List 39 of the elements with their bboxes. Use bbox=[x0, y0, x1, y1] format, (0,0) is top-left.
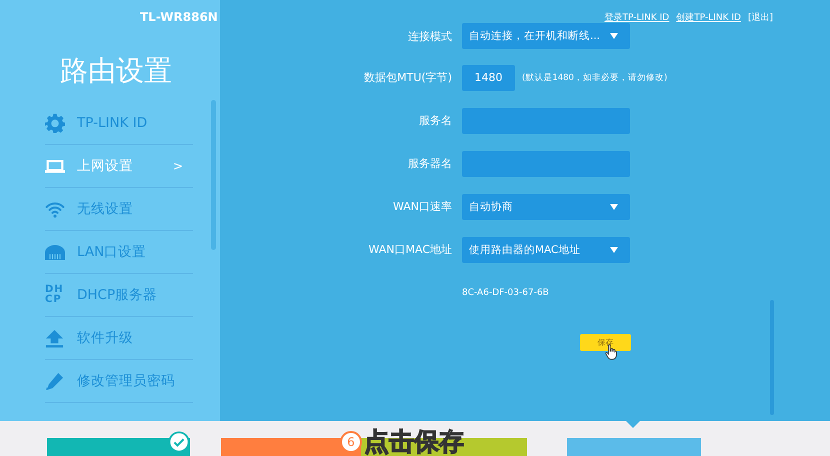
caret-icon bbox=[610, 246, 618, 252]
menu-item[interactable]: DH CP DHCP服务器 bbox=[45, 274, 193, 317]
field-label: 连接模式 bbox=[407, 28, 452, 44]
input-field[interactable] bbox=[462, 108, 630, 134]
header-link[interactable]: 创建TP-LINK ID bbox=[676, 11, 741, 24]
menu-item[interactable]: 上网设置 > bbox=[45, 145, 193, 188]
menu-item[interactable]: TP-LINK ID bbox=[45, 102, 193, 145]
caret-icon bbox=[610, 33, 618, 39]
dropdown[interactable]: 自动协商 bbox=[462, 194, 630, 220]
scrollbar[interactable] bbox=[211, 100, 216, 250]
dropdown[interactable]: 使用路由器的MAC地址 bbox=[462, 236, 630, 262]
hand-cursor-icon bbox=[605, 344, 617, 360]
header-link[interactable]: [退出] bbox=[748, 11, 773, 24]
field-label: 数据包MTU(字节) bbox=[363, 70, 452, 85]
menu-item[interactable]: 修改管理员密码 bbox=[45, 360, 193, 403]
mac-address: 8C-A6-DF-03-67-6B bbox=[462, 288, 549, 298]
save-button[interactable]: 保存 bbox=[580, 334, 631, 351]
dhcp-icon: DH CP bbox=[45, 285, 64, 305]
upload-icon bbox=[45, 328, 64, 348]
page-title: 路由设置 bbox=[60, 54, 172, 87]
caret-icon bbox=[610, 204, 618, 210]
field-label: 服务器名 bbox=[407, 156, 452, 171]
pencil-icon bbox=[45, 372, 64, 390]
dropdown[interactable]: 自动连接，在开机和断线... bbox=[462, 23, 630, 49]
model-name: TL-WR886N bbox=[140, 10, 218, 24]
hint-text: (默认是1480，如非必要，请勿修改) bbox=[522, 72, 668, 84]
wifi-icon bbox=[45, 200, 65, 218]
field-label: WAN口MAC地址 bbox=[367, 242, 452, 257]
menu-item[interactable]: 软件升级 bbox=[45, 317, 193, 360]
gear-icon bbox=[45, 113, 65, 133]
header-link[interactable]: 登录TP-LINK ID bbox=[604, 11, 670, 24]
field-label: WAN口速率 bbox=[392, 199, 452, 214]
menu-item[interactable]: LAN口设置 bbox=[45, 231, 193, 274]
laptop-icon bbox=[45, 158, 65, 174]
network-port-icon bbox=[45, 244, 65, 260]
menu-item[interactable]: 无线设置 bbox=[45, 188, 193, 231]
input-field[interactable] bbox=[462, 150, 630, 176]
input-field[interactable]: 1480 bbox=[462, 64, 515, 90]
field-label: 服务名 bbox=[418, 113, 452, 128]
